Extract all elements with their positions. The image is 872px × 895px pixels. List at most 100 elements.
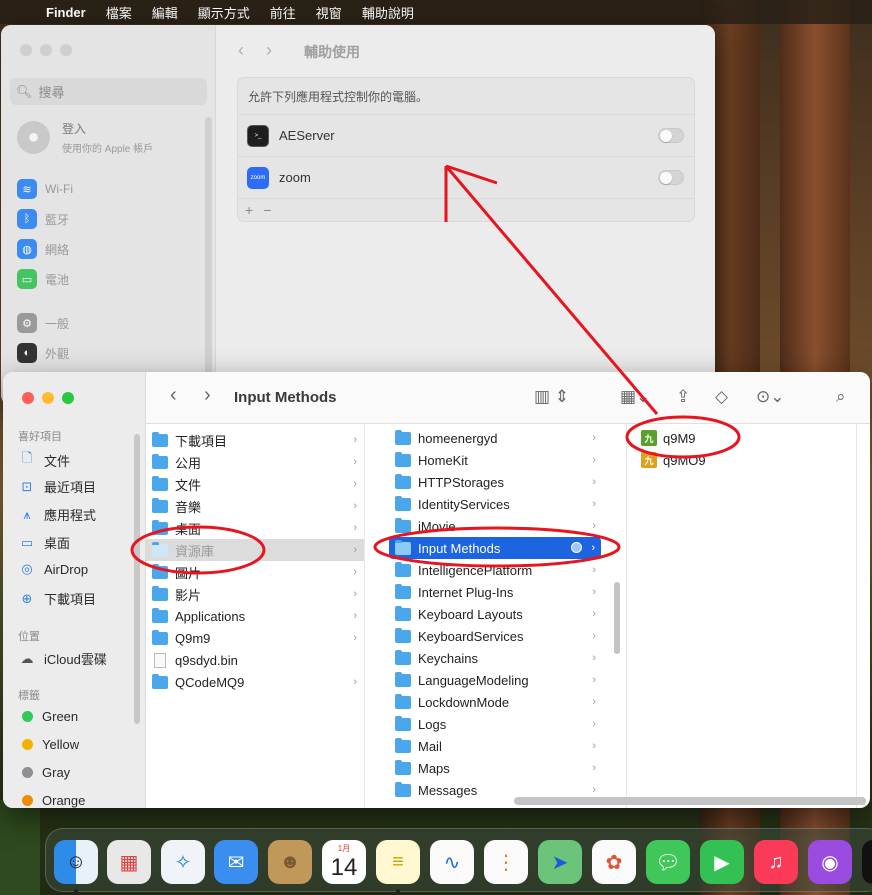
menu-go[interactable]: 前往	[270, 3, 296, 22]
search-icon[interactable]: ⌕	[836, 387, 846, 407]
list-item[interactable]: Internet Plug-Ins ›	[365, 581, 626, 603]
list-item-q9m9-folder[interactable]: Q9m9 ›	[146, 627, 364, 649]
list-item-documents[interactable]: 文件 ›	[146, 473, 364, 495]
menu-view[interactable]: 顯示方式	[198, 3, 250, 22]
list-item-q9m9-app[interactable]: 九 q9M9	[627, 427, 856, 449]
sidebar-scrollbar[interactable]	[205, 117, 212, 397]
sidebar-item-desktop[interactable]: ▭ 桌面	[19, 533, 70, 552]
list-item-q9sdyd-bin[interactable]: q9sdyd.bin	[146, 649, 364, 671]
facetime-icon[interactable]: ▶	[700, 840, 744, 884]
remove-button[interactable]: −	[263, 202, 271, 218]
close-button[interactable]	[22, 392, 34, 404]
sidebar-tag-green[interactable]: Green	[22, 709, 78, 724]
sidebar-item-icloud[interactable]: ☁ iCloud雲碟	[19, 649, 107, 668]
list-item-desktop[interactable]: 桌面 ›	[146, 517, 364, 539]
apple-account-login[interactable]: ● 登入 使用你的 Apple 帳戶	[17, 120, 153, 155]
zoom-button[interactable]	[60, 44, 72, 56]
sidebar-item-battery[interactable]: ▭ 電池	[17, 269, 69, 289]
sidebar-item-appearance[interactable]: ◐ 外觀	[17, 343, 69, 363]
music-icon[interactable]: ♫	[754, 840, 798, 884]
list-item[interactable]: KeyboardServices ›	[365, 625, 626, 647]
freeform-icon[interactable]: ∿	[430, 840, 474, 884]
list-item[interactable]: HTTPStorages ›	[365, 471, 626, 493]
contacts-icon[interactable]: ☻	[268, 840, 312, 884]
column-view-icon[interactable]: ▥ ⇕	[534, 387, 569, 407]
list-item[interactable]: IntelligencePlatform ›	[365, 559, 626, 581]
list-item-input-methods[interactable]: Input Methods ›	[389, 537, 601, 559]
reminders-icon[interactable]: ⋮	[484, 840, 528, 884]
mail-icon[interactable]: ✉	[214, 840, 258, 884]
menu-window[interactable]: 視窗	[316, 3, 342, 22]
launchpad-icon[interactable]: ▦	[107, 840, 151, 884]
list-item[interactable]: Logs ›	[365, 713, 626, 735]
back-arrow-icon[interactable]: ‹	[238, 40, 244, 61]
list-item-movies[interactable]: 影片 ›	[146, 583, 364, 605]
sidebar-item-documents[interactable]: 🗋 文件	[19, 449, 70, 471]
podcasts-icon[interactable]: ◉	[808, 840, 852, 884]
list-item-label: Input Methods	[418, 540, 501, 556]
sidebar-item-airdrop[interactable]: ◎ AirDrop	[19, 561, 88, 577]
list-item-q9mo9-app[interactable]: 九 q9MO9	[627, 449, 856, 471]
sidebar-tag-yellow[interactable]: Yellow	[22, 737, 79, 752]
list-item[interactable]: Mail ›	[365, 735, 626, 757]
aeserver-toggle[interactable]	[658, 128, 684, 143]
sidebar-item-bluetooth[interactable]: ᛒ 藍牙	[17, 209, 69, 229]
list-item[interactable]: iMovie ›	[365, 515, 626, 537]
list-item-public[interactable]: 公用 ›	[146, 451, 364, 473]
maps-icon[interactable]: ➤	[538, 840, 582, 884]
sidebar-tag-orange[interactable]: Orange	[22, 793, 85, 808]
list-item-library[interactable]: 資源庫 ›	[146, 539, 364, 561]
minimize-button[interactable]	[40, 44, 52, 56]
share-icon[interactable]: ⇪	[676, 387, 690, 407]
add-button[interactable]: +	[245, 202, 253, 218]
sidebar-tag-gray[interactable]: Gray	[22, 765, 70, 780]
settings-search-input[interactable]: 🔍︎ 搜尋	[10, 78, 207, 105]
notes-icon[interactable]: ≡	[376, 840, 420, 884]
list-item[interactable]: IdentityServices ›	[365, 493, 626, 515]
zoom-toggle[interactable]	[658, 170, 684, 185]
menu-help[interactable]: 輔助說明	[362, 3, 414, 22]
minimize-button[interactable]	[42, 392, 54, 404]
zoom-button[interactable]	[62, 392, 74, 404]
list-item[interactable]: HomeKit ›	[365, 449, 626, 471]
close-button[interactable]	[20, 44, 32, 56]
sidebar-item-downloads[interactable]: ⊕ 下載項目	[19, 589, 96, 608]
list-item-pictures[interactable]: 圖片 ›	[146, 561, 364, 583]
finder-icon[interactable]: ☺	[54, 840, 98, 884]
menu-finder[interactable]: Finder	[46, 5, 86, 20]
safari-icon[interactable]: ✧	[161, 840, 205, 884]
group-icon[interactable]: ▦⌄	[620, 387, 650, 407]
back-arrow-icon[interactable]: ‹	[170, 384, 177, 407]
list-item-applications[interactable]: Applications ›	[146, 605, 364, 627]
sidebar-item-recents[interactable]: ⊡ 最近項目	[19, 477, 96, 496]
calendar-icon[interactable]: 1月 14	[322, 840, 366, 884]
sidebar-item-general[interactable]: ⚙ 一般	[17, 313, 69, 333]
list-item[interactable]: Keychains ›	[365, 647, 626, 669]
folder-icon	[395, 539, 411, 555]
forward-arrow-icon[interactable]: ›	[204, 384, 211, 407]
sidebar-item-wifi[interactable]: ≋ Wi-Fi	[17, 179, 73, 199]
list-item-downloads[interactable]: 下載項目 ›	[146, 429, 364, 451]
messages-icon[interactable]: 💬︎	[646, 840, 690, 884]
list-item[interactable]: Maps ›	[365, 757, 626, 779]
list-item[interactable]: homeenergyd ›	[365, 427, 626, 449]
tv-icon[interactable]	[862, 840, 872, 884]
chevron-right-icon: ›	[353, 522, 357, 534]
menu-edit[interactable]: 編輯	[152, 3, 178, 22]
list-item[interactable]: LockdownMode ›	[365, 691, 626, 713]
more-actions-icon[interactable]: ⊙⌄	[756, 387, 785, 407]
list-item-music[interactable]: 音樂 ›	[146, 495, 364, 517]
list-item-qcodemq9[interactable]: QCodeMQ9 ›	[146, 671, 364, 693]
menu-file[interactable]: 檔案	[106, 3, 132, 22]
photos-icon[interactable]: ✿	[592, 840, 636, 884]
sidebar-scrollbar[interactable]	[134, 434, 140, 724]
forward-arrow-icon[interactable]: ›	[266, 40, 272, 61]
sidebar-item-network[interactable]: ◍ 網絡	[17, 239, 69, 259]
tag-icon[interactable]: ◇	[715, 387, 728, 407]
sidebar-item-applications[interactable]: ⩚ 應用程式	[19, 505, 96, 524]
list-item-label: 公用	[175, 455, 202, 471]
horizontal-scrollbar[interactable]	[514, 797, 866, 805]
list-item[interactable]: LanguageModeling ›	[365, 669, 626, 691]
list-item[interactable]: Keyboard Layouts ›	[365, 603, 626, 625]
column-scrollbar[interactable]	[614, 582, 620, 654]
